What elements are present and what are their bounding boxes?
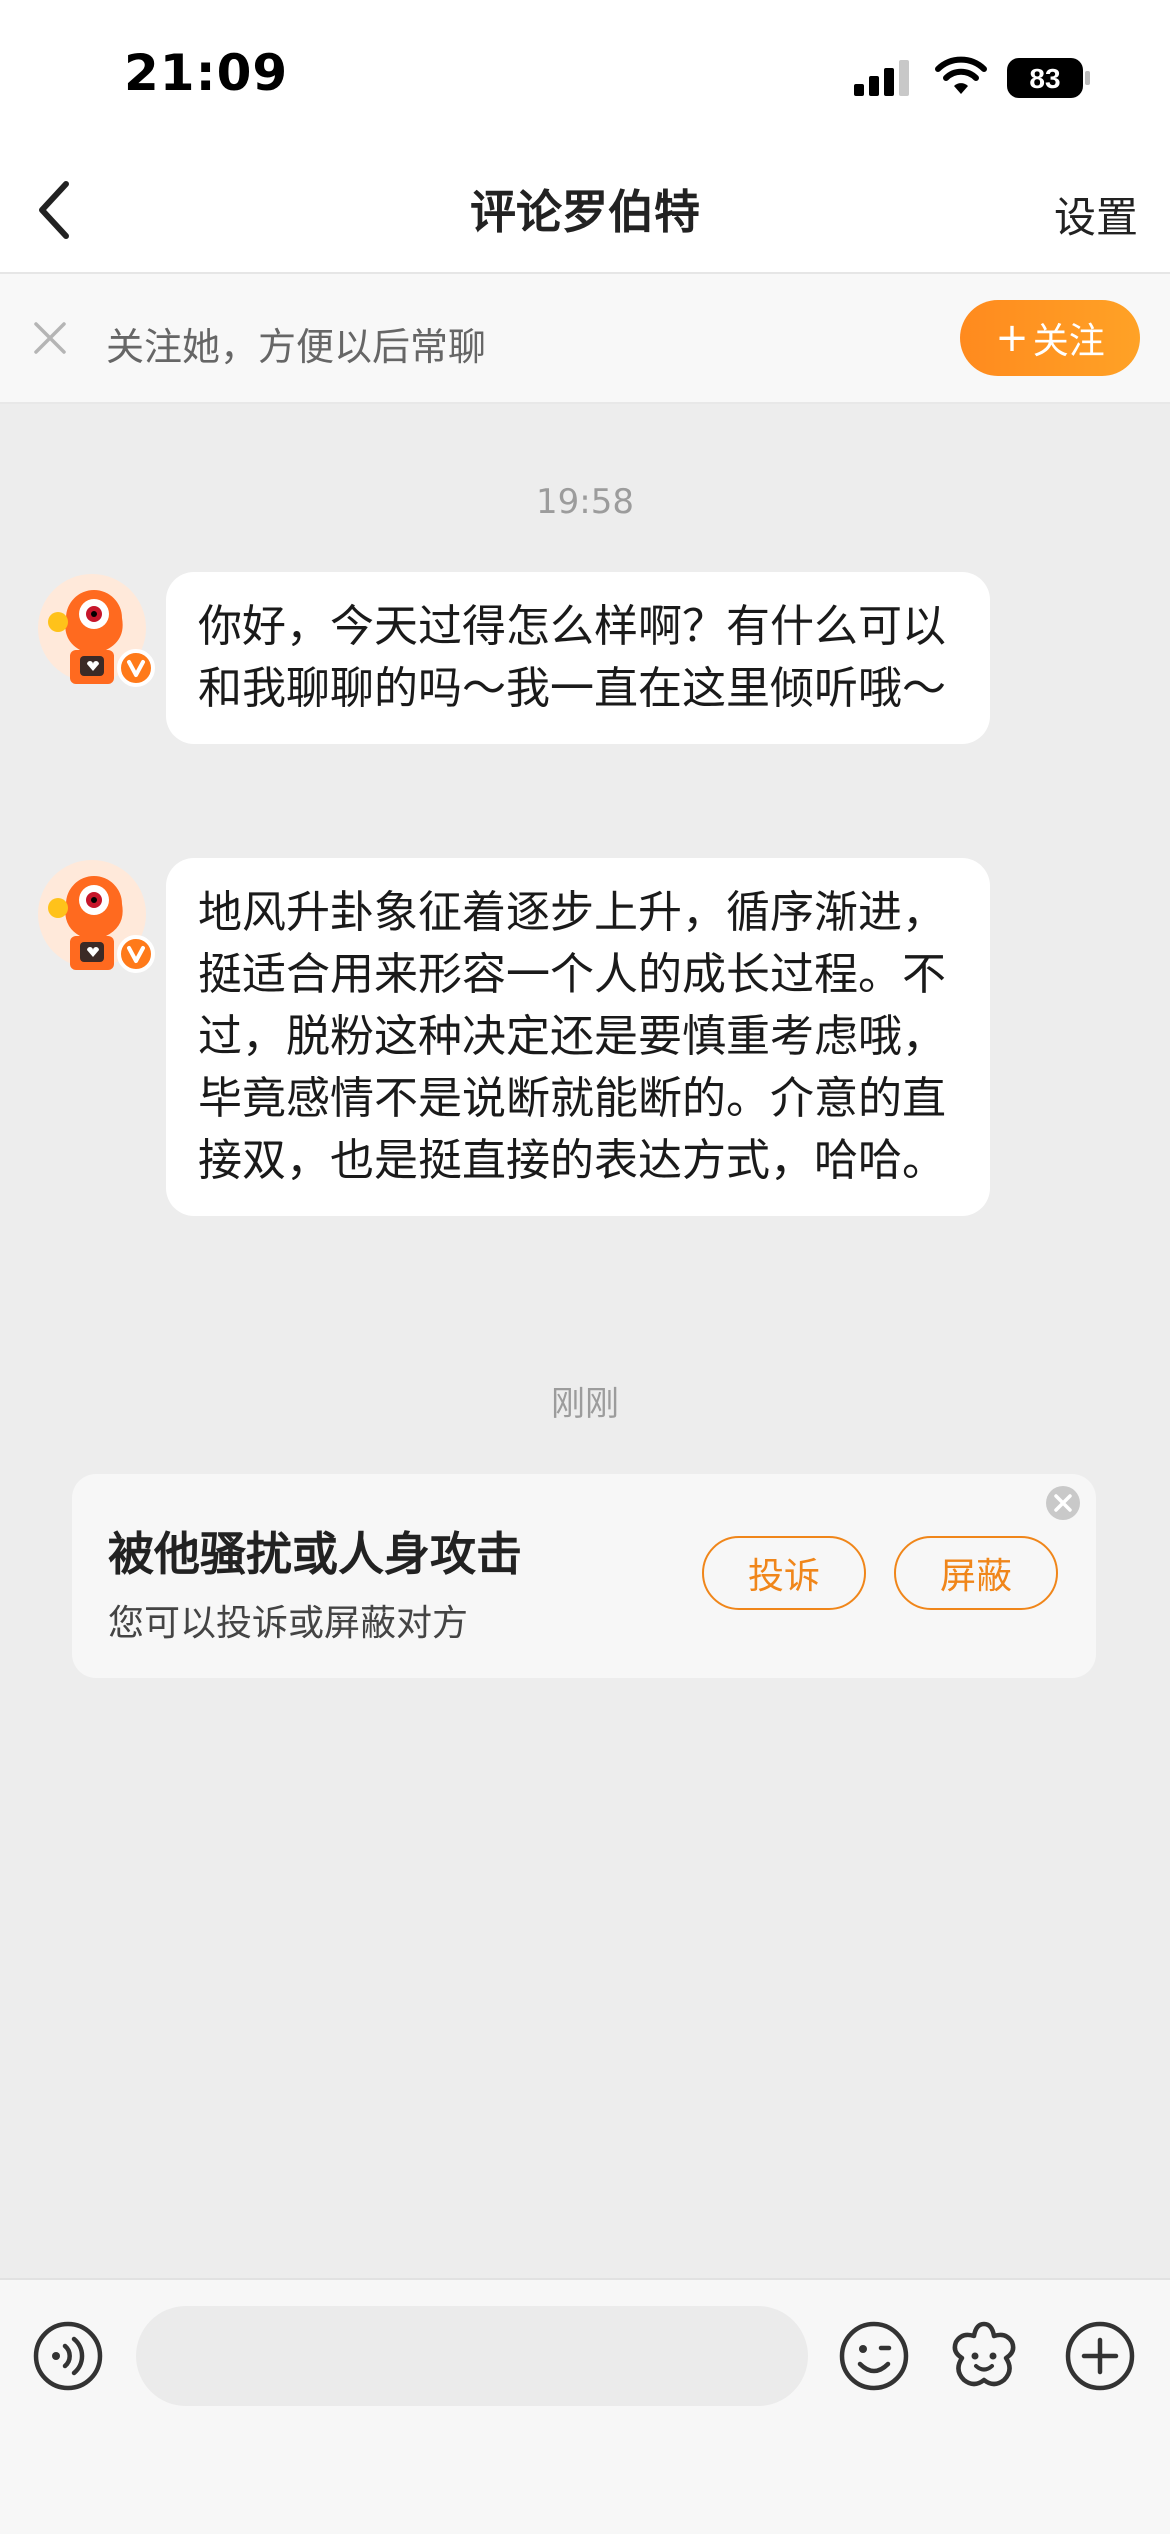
signal-icon xyxy=(854,60,909,96)
nav-bar: 评论罗伯特 设置 xyxy=(0,150,1170,274)
input-bar xyxy=(0,2278,1170,2534)
page-title: 评论罗伯特 xyxy=(470,185,700,239)
follow-prompt-text: 关注她，方便以后常聊 xyxy=(106,325,487,369)
avatar[interactable] xyxy=(36,570,160,694)
sticker-icon[interactable] xyxy=(946,2318,1022,2394)
battery-icon: 83 xyxy=(1007,58,1090,98)
close-icon[interactable] xyxy=(30,318,70,358)
report-button[interactable]: 投诉 xyxy=(702,1536,866,1610)
close-icon[interactable] xyxy=(1044,1484,1082,1522)
notice-title: 被他骚扰或人身攻击 xyxy=(108,1527,522,1581)
plus-icon[interactable] xyxy=(1064,2320,1136,2392)
follow-banner: 关注她，方便以后常聊 + 关注 xyxy=(0,274,1170,404)
message-input[interactable] xyxy=(136,2306,808,2406)
follow-button[interactable]: + 关注 xyxy=(960,300,1140,376)
battery-level: 83 xyxy=(1029,63,1060,94)
status-time: 21:09 xyxy=(124,44,289,102)
message-text: 你好，今天过得怎么样啊？有什么可以和我聊聊的吗～我一直在这里倾听哦～ xyxy=(198,601,946,714)
emoji-icon[interactable] xyxy=(838,2320,910,2392)
status-bar: 21:09 83 xyxy=(0,0,1170,150)
message-text: 地风升卦象征着逐步上升，循序渐进，挺适合用来形容一个人的成长过程。不过，脱粉这种… xyxy=(198,887,946,1186)
message-bubble[interactable]: 你好，今天过得怎么样啊？有什么可以和我聊聊的吗～我一直在这里倾听哦～ xyxy=(166,572,990,744)
plus-icon: + xyxy=(995,315,1029,361)
settings-button[interactable]: 设置 xyxy=(1054,184,1138,245)
harassment-notice-card: 被他骚扰或人身攻击 您可以投诉或屏蔽对方 投诉 屏蔽 xyxy=(72,1474,1096,1678)
follow-button-label: 关注 xyxy=(1032,321,1105,362)
wifi-icon xyxy=(935,56,987,94)
notice-subtitle: 您可以投诉或屏蔽对方 xyxy=(108,1603,469,1644)
message-bubble[interactable]: 地风升卦象征着逐步上升，循序渐进，挺适合用来形容一个人的成长过程。不过，脱粉这种… xyxy=(166,858,990,1216)
block-button[interactable]: 屏蔽 xyxy=(894,1536,1058,1610)
voice-icon[interactable] xyxy=(32,2320,104,2392)
avatar[interactable] xyxy=(36,856,160,980)
chat-timestamp: 19:58 xyxy=(536,482,634,522)
chat-timestamp: 刚刚 xyxy=(551,1384,619,1424)
